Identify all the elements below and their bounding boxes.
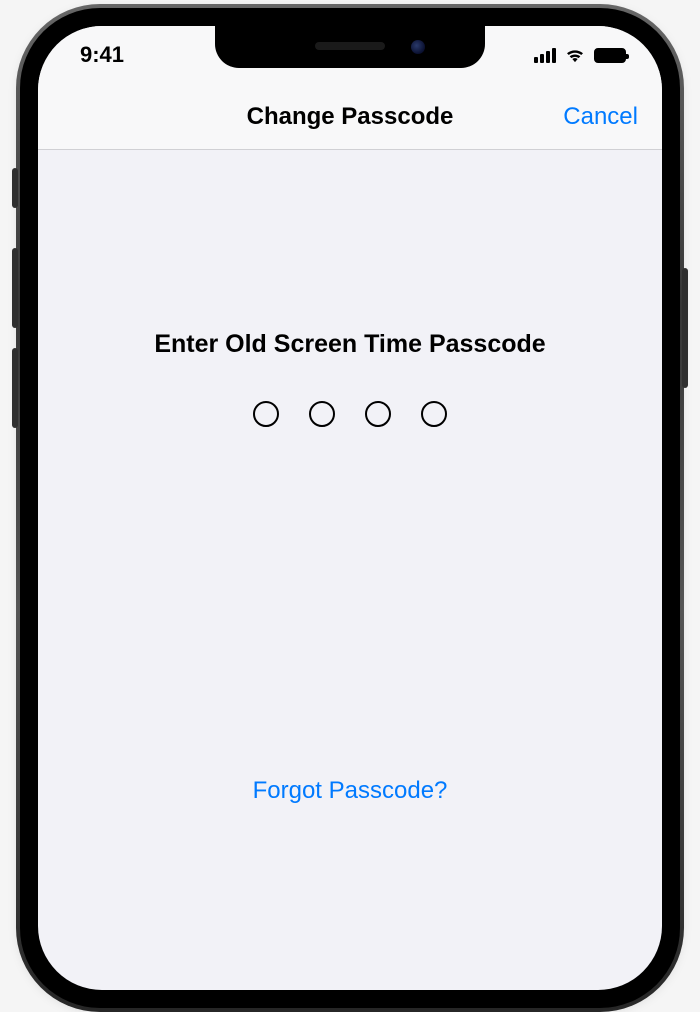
notch [215,26,485,68]
passcode-dot [365,401,391,427]
nav-bar: Change Passcode Cancel [38,84,662,150]
page-title: Change Passcode [247,103,454,131]
phone-frame: 9:41 Change Passcode Cancel Enter Old Sc… [20,8,680,1008]
passcode-dot [253,401,279,427]
power-button [682,268,688,388]
forgot-passcode-button[interactable]: Forgot Passcode? [253,777,448,805]
battery-icon [594,48,626,63]
content-area: Enter Old Screen Time Passcode [38,150,662,427]
status-time: 9:41 [80,42,124,68]
screen: 9:41 Change Passcode Cancel Enter Old Sc… [38,26,662,990]
mute-switch [12,168,18,208]
volume-down-button [12,348,18,428]
passcode-input[interactable] [253,401,447,427]
passcode-dot [309,401,335,427]
speaker-grille [315,42,385,50]
passcode-dot [421,401,447,427]
volume-up-button [12,248,18,328]
cancel-button[interactable]: Cancel [563,103,638,131]
front-camera [411,40,425,54]
wifi-icon [564,47,586,63]
cellular-signal-icon [534,47,556,63]
status-icons [534,47,626,63]
passcode-prompt: Enter Old Screen Time Passcode [154,330,545,359]
